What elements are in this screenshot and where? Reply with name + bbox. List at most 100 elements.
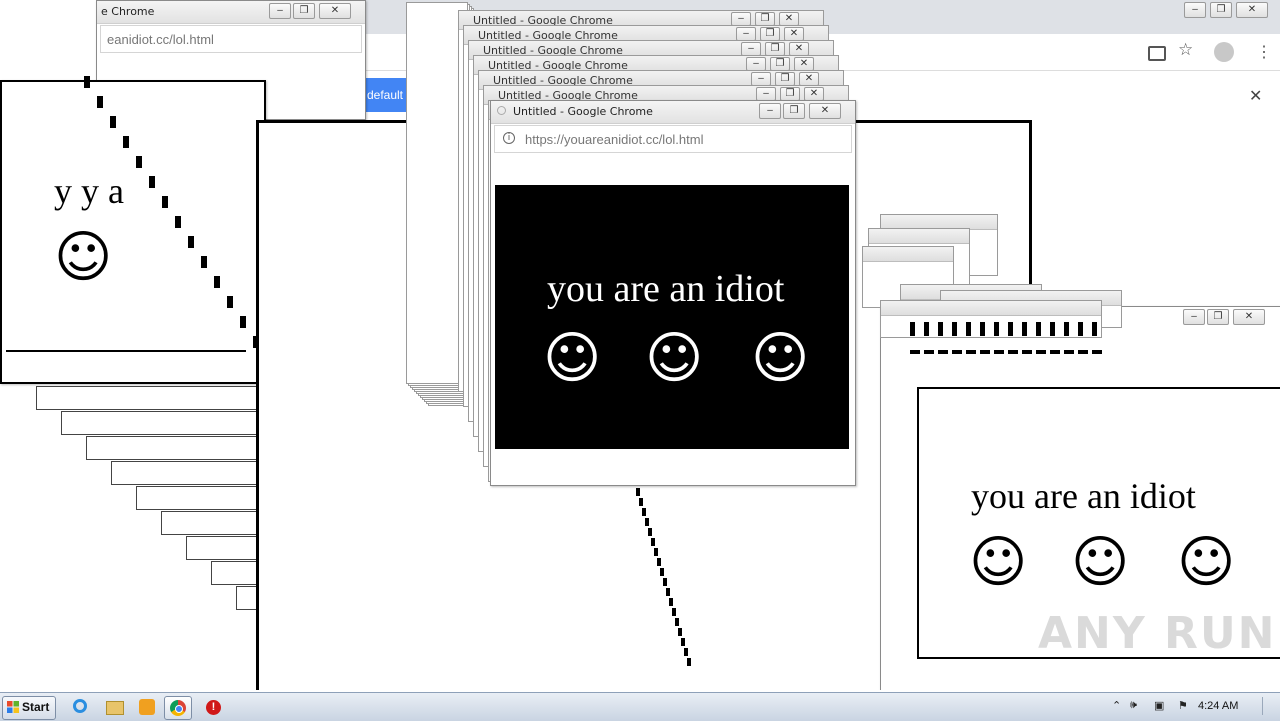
maximize-button[interactable]: ❐ (760, 27, 780, 41)
close-button[interactable]: ✕ (779, 12, 799, 26)
close-button[interactable]: ✕ (794, 57, 814, 71)
window-edge-fragment (924, 350, 934, 354)
clock[interactable]: 4:24 AM (1198, 700, 1238, 712)
window-edge-fragment (1008, 350, 1018, 354)
windows-flag-icon (7, 701, 19, 713)
minimize-button[interactable]: – (731, 12, 751, 26)
show-desktop-button[interactable] (1262, 697, 1277, 715)
window-edge-fragment (952, 350, 962, 354)
window-edge-fragment (123, 136, 129, 148)
explorer-icon[interactable] (102, 696, 126, 718)
titlebar: Untitled - Google Chrome – ❐ ✕ (491, 101, 855, 124)
cast-icon[interactable] (1148, 46, 1166, 61)
ie-icon[interactable] (68, 696, 92, 718)
minimize-button[interactable]: – (1183, 309, 1205, 325)
maximize-button[interactable]: ❐ (780, 87, 800, 101)
maximize-button[interactable]: ❐ (783, 103, 805, 119)
window-edge-fragment (97, 96, 103, 108)
small-window-titlebar (869, 229, 969, 244)
popup-message: you are an idiot (547, 268, 785, 310)
window-edge-fragment (201, 256, 207, 268)
network-icon[interactable]: ▣ (1154, 699, 1164, 712)
popup-message: y y a (54, 171, 124, 211)
window-edge-fragment (1022, 350, 1032, 354)
address-bar[interactable]: eanidiot.cc/lol.html (100, 25, 362, 53)
url-text: eanidiot.cc/lol.html (107, 32, 214, 47)
chrome-icon[interactable] (164, 696, 192, 720)
smiley-face-icon: ☺ (54, 225, 113, 290)
close-button[interactable]: ✕ (804, 87, 824, 101)
window-edge-fragment (149, 176, 155, 188)
smiley-face-icon: ☺ (543, 326, 602, 391)
profile-icon[interactable] (1214, 42, 1234, 62)
address-bar[interactable]: i https://youareanidiot.cc/lol.html (494, 125, 852, 153)
info-icon[interactable]: i (503, 132, 515, 144)
show-hidden-icons-icon[interactable]: ⌃ (1112, 699, 1121, 712)
maximize-button[interactable]: ❐ (770, 57, 790, 71)
minimize-button[interactable]: – (736, 27, 756, 41)
loading-spinner-icon (497, 106, 506, 115)
action-center-flag-icon[interactable]: ⚑ (1178, 699, 1188, 712)
window-edge-fragment (1092, 322, 1097, 336)
titlebar: e Chrome – ❐ ✕ (97, 1, 365, 24)
smiley-face-icon: ☺ (1071, 530, 1130, 595)
window-edge-fragment (1050, 350, 1060, 354)
menu-icon[interactable]: ⋮ (1256, 42, 1272, 62)
window-edge-fragment (994, 322, 999, 336)
window-edge-fragment (1078, 322, 1083, 336)
window-title: e Chrome (101, 5, 155, 18)
smiley-face-icon: ☺ (969, 530, 1028, 595)
bg-close-button[interactable]: ✕ (1236, 2, 1268, 18)
window-edge-fragment (651, 538, 655, 546)
bg-minimize-button[interactable]: – (1184, 2, 1206, 18)
taskbar: Start ! ⌃ 🕪 ▣ ⚑ 4:24 AM (0, 692, 1280, 721)
start-button[interactable]: Start (2, 696, 56, 720)
window-edge-fragment (654, 548, 658, 556)
window-edge-fragment (648, 528, 652, 536)
window-edge-fragment (1008, 322, 1013, 336)
minimize-button[interactable]: – (756, 87, 776, 101)
window-edge-fragment (910, 322, 915, 336)
maximize-button[interactable]: ❐ (775, 72, 795, 86)
close-button[interactable]: ✕ (809, 103, 841, 119)
minimize-button[interactable]: – (746, 57, 766, 71)
window-edge-fragment (675, 618, 679, 626)
maximize-button[interactable]: ❐ (765, 42, 785, 56)
infobar-close-icon[interactable]: ✕ (1249, 86, 1262, 106)
window-edge-fragment (966, 350, 976, 354)
close-button[interactable]: ✕ (789, 42, 809, 56)
window-edge-fragment (980, 350, 990, 354)
volume-icon[interactable]: 🕪 (1130, 699, 1137, 712)
close-button[interactable]: ✕ (319, 3, 351, 19)
close-button[interactable]: ✕ (784, 27, 804, 41)
front-popup-window: Untitled - Google Chrome – ❐ ✕ i https:/… (490, 100, 856, 486)
maximize-button[interactable]: ❐ (755, 12, 775, 26)
small-window-titlebar (863, 247, 953, 262)
smiley-face-icon: ☺ (751, 326, 810, 391)
window-edge-fragment (227, 296, 233, 308)
star-icon[interactable]: ☆ (1178, 40, 1193, 60)
minimize-button[interactable]: – (751, 72, 771, 86)
close-button[interactable]: ✕ (799, 72, 819, 86)
window-edge-fragment (980, 322, 985, 336)
close-button[interactable]: ✕ (1233, 309, 1265, 325)
window-edge-fragment (240, 316, 246, 328)
window-edge-fragment (657, 558, 661, 566)
window-edge-fragment (214, 276, 220, 288)
minimize-button[interactable]: – (741, 42, 761, 56)
window-edge-fragment (645, 518, 649, 526)
maximize-button[interactable]: ❐ (1207, 309, 1229, 325)
window-edge-fragment (924, 322, 929, 336)
default-button[interactable]: default (364, 78, 406, 112)
stop-icon[interactable]: ! (202, 696, 226, 718)
media-player-icon[interactable] (135, 696, 159, 718)
small-window-titlebar (881, 301, 1101, 316)
minimize-button[interactable]: – (759, 103, 781, 119)
bg-maximize-button[interactable]: ❐ (1210, 2, 1232, 18)
minimize-button[interactable]: – (269, 3, 291, 19)
window-edge-fragment (642, 508, 646, 516)
start-label: Start (22, 700, 50, 714)
maximize-button[interactable]: ❐ (293, 3, 315, 19)
window-edge-fragment (110, 116, 116, 128)
window-edge-fragment (1078, 350, 1088, 354)
